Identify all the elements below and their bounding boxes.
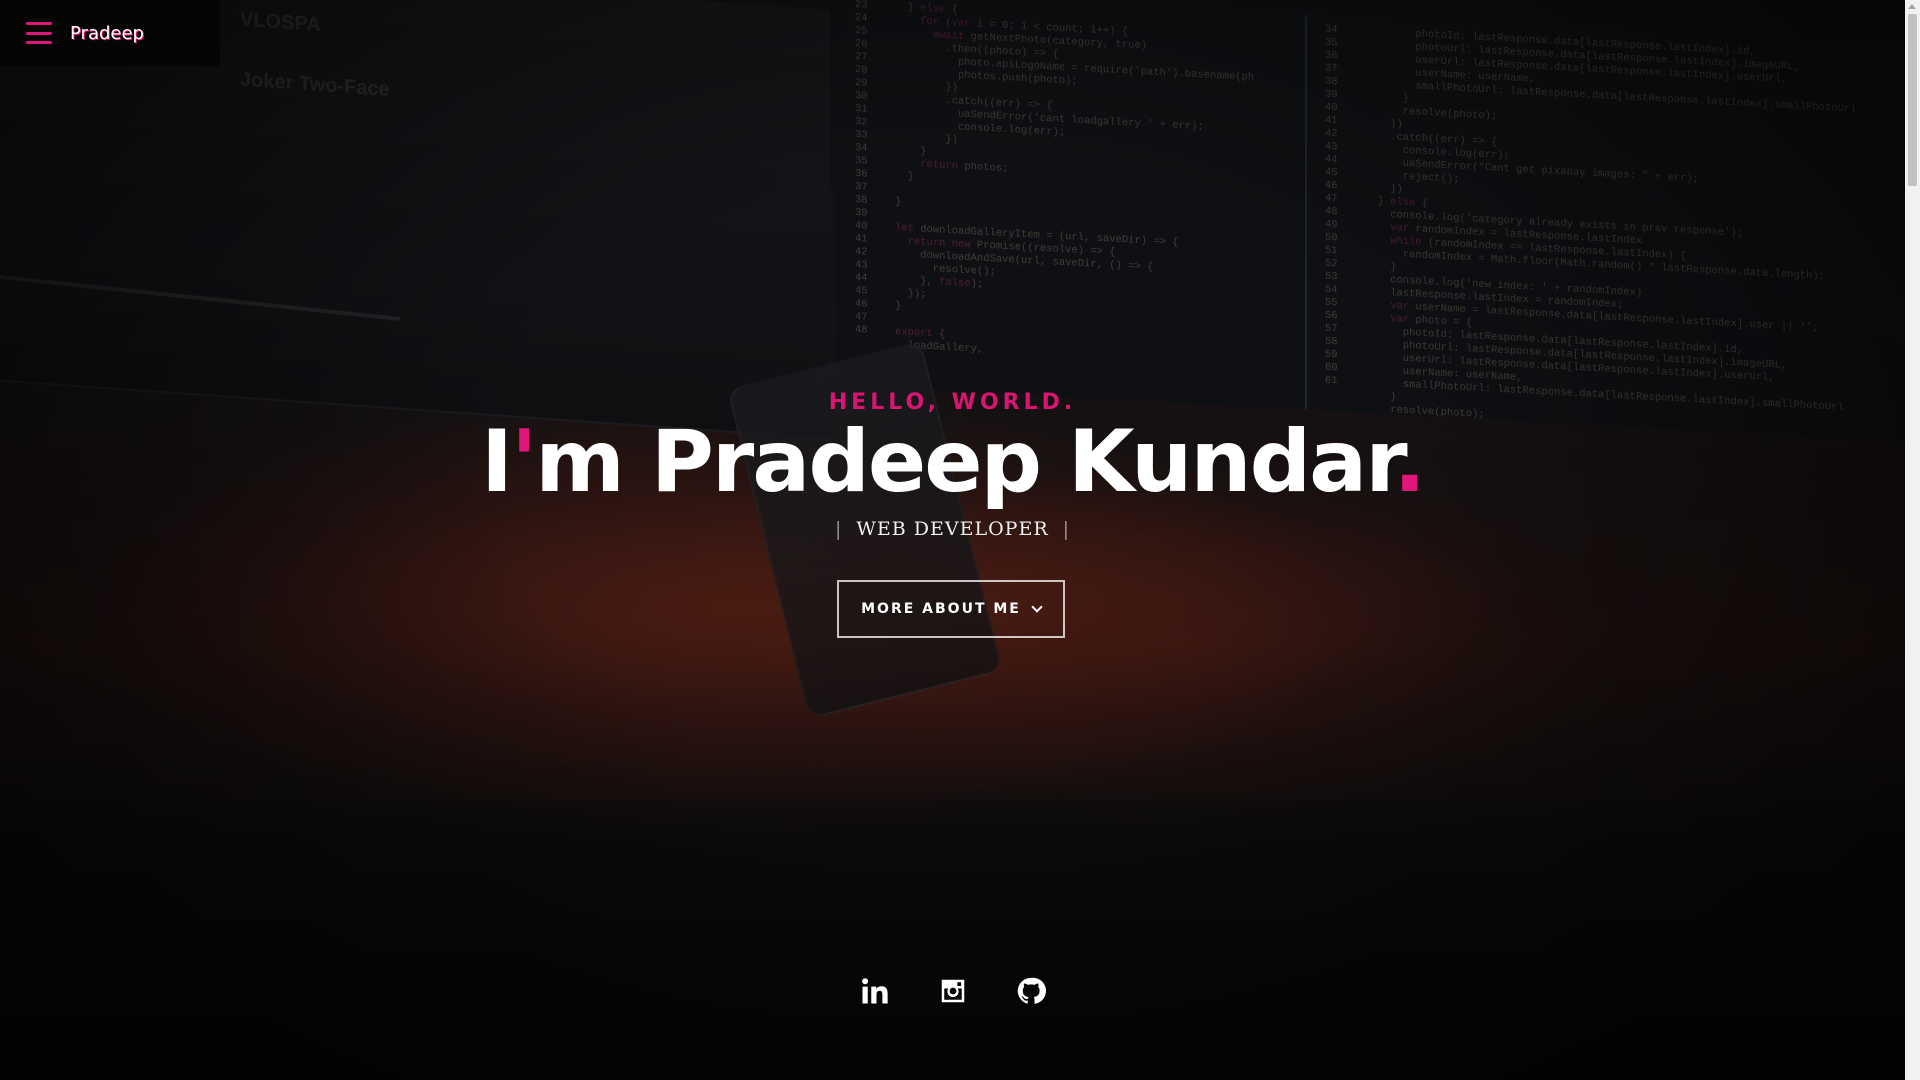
hero-role: | WEB DEVELOPER | [0, 518, 1905, 540]
instagram-link[interactable] [937, 975, 969, 1007]
name-accent-dot: . [1393, 412, 1426, 512]
github-link[interactable] [1015, 975, 1047, 1007]
page-scrollbar[interactable] [1905, 0, 1920, 1080]
more-about-me-button[interactable]: MORE ABOUT ME [837, 580, 1065, 638]
name-rest: m Pradeep Kundar [535, 412, 1395, 512]
scrollbar-thumb[interactable] [1908, 14, 1917, 186]
linkedin-link[interactable] [859, 975, 891, 1007]
hamburger-menu-icon[interactable] [26, 22, 54, 44]
brand-logo[interactable]: Pradeep [70, 23, 144, 44]
role-separator-right: | [1062, 518, 1071, 540]
linkedin-icon [861, 978, 888, 1004]
social-links [0, 975, 1905, 1007]
instagram-icon [941, 979, 964, 1003]
scroll-up-arrow-icon[interactable] [1908, 4, 1916, 9]
chevron-down-icon [1031, 601, 1043, 613]
name-prefix: I [480, 412, 513, 512]
hero-name: I'm Pradeep Kundar. [0, 412, 1905, 512]
more-about-me-label: MORE ABOUT ME [861, 601, 1021, 617]
name-apostrophe: ' [510, 412, 537, 512]
role-text: WEB DEVELOPER [856, 518, 1049, 540]
github-icon [1017, 977, 1046, 1004]
hero-content: HELLO, WORLD. I'm Pradeep Kundar. | WEB D… [0, 0, 1905, 1080]
top-nav: Pradeep [0, 0, 220, 66]
role-separator-left: | [834, 518, 843, 540]
